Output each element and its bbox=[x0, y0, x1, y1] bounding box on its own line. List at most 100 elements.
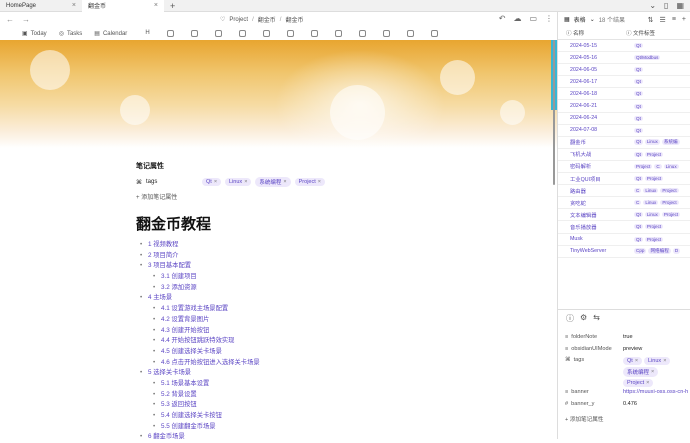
history-icon[interactable] bbox=[430, 30, 438, 37]
row-name-link[interactable]: 路由器 bbox=[558, 187, 634, 195]
row-name-link[interactable]: 文本编辑器 bbox=[558, 211, 634, 219]
view-selector[interactable]: 表格 bbox=[574, 15, 586, 24]
toc-link[interactable]: 4.4 开始按钮跳跃特效实现 bbox=[161, 336, 234, 347]
toc-item[interactable]: • 4.3 创建开始按钮 bbox=[140, 326, 260, 337]
table-row[interactable]: 工业QUI项目 Qt Project bbox=[558, 173, 690, 186]
column-header-tags[interactable]: ⓘ 文件标签 bbox=[626, 29, 655, 37]
row-name-link[interactable]: TinyWebServer bbox=[558, 248, 634, 254]
breadcrumb-item[interactable]: 翻金币 bbox=[285, 15, 303, 24]
toc-link[interactable]: 1 视频教程 bbox=[148, 240, 178, 251]
table-row[interactable]: 2024-06-17 Qt bbox=[558, 76, 690, 89]
tag-pill[interactable]: Linux × bbox=[644, 357, 671, 365]
toc-link[interactable]: 2 项目简介 bbox=[148, 251, 178, 262]
checkbox-icon[interactable] bbox=[238, 30, 246, 37]
image-icon[interactable] bbox=[358, 30, 366, 37]
tab-fanjinbi[interactable]: 翻金币 × bbox=[82, 0, 164, 12]
toc-item[interactable]: • 4.2 设置背景图片 bbox=[140, 315, 260, 326]
table-row[interactable]: 翻金币 Qt Linux 系统编 bbox=[558, 137, 690, 149]
table-row[interactable]: 2024-06-21 Qt bbox=[558, 100, 690, 113]
remove-icon[interactable]: × bbox=[244, 179, 247, 185]
add-property-button[interactable]: + 添加笔记属性 bbox=[136, 192, 516, 201]
remove-icon[interactable]: × bbox=[646, 380, 649, 386]
toc-item[interactable]: • 4.5 创建选择关卡场景 bbox=[140, 347, 260, 358]
toc-item[interactable]: • 1 视频教程 bbox=[140, 240, 260, 251]
bullet-list-icon[interactable] bbox=[214, 30, 222, 37]
column-header-name[interactable]: ⓘ 名称 bbox=[558, 29, 626, 37]
tag-chip[interactable]: Qt bbox=[634, 43, 643, 49]
toc-item[interactable]: • 3.2 添加资源 bbox=[140, 283, 260, 294]
tab-homepage[interactable]: HomePage × bbox=[0, 0, 82, 12]
row-name-link[interactable]: 2024-06-17 bbox=[558, 79, 634, 85]
toc-link[interactable]: 4.5 创建选择关卡场景 bbox=[161, 347, 222, 358]
tag-pill[interactable]: Project × bbox=[294, 178, 325, 186]
forward-icon[interactable]: → bbox=[22, 15, 30, 24]
tag-chip[interactable]: Qt/Modbus bbox=[634, 55, 661, 61]
grid-icon[interactable]: ▦ bbox=[676, 1, 684, 10]
add-frontmatter-button[interactable]: + 添加笔记属性 bbox=[565, 415, 603, 423]
tag-chip[interactable]: Project bbox=[644, 224, 664, 230]
clock-icon[interactable] bbox=[166, 30, 174, 37]
today-button[interactable]: ▣ Today bbox=[22, 30, 47, 38]
remove-icon[interactable]: × bbox=[283, 179, 286, 185]
toc-link[interactable]: 4.1 设置游戏主场景配置 bbox=[161, 304, 228, 315]
toc-link[interactable]: 5 选择关卡场景 bbox=[148, 368, 191, 379]
properties-icon[interactable]: ≡ bbox=[672, 16, 676, 24]
toc-link[interactable]: 5.5 创建翻金币场景 bbox=[161, 422, 216, 433]
toc-item[interactable]: • 5.4 创建选择关卡按钮 bbox=[140, 411, 260, 422]
tag-chip[interactable]: D bbox=[672, 248, 681, 255]
fm-value[interactable]: https://muuxi-oss.oss-cn-h bbox=[623, 389, 690, 395]
breadcrumb-item[interactable]: 翻金币 bbox=[258, 15, 276, 24]
table-row[interactable]: 2024-06-24 Qt bbox=[558, 113, 690, 125]
info-icon[interactable]: ⓘ bbox=[566, 313, 574, 324]
row-name-link[interactable]: 2024-07-08 bbox=[558, 127, 634, 133]
toc-item[interactable]: • 3 项目基本配置 bbox=[140, 261, 260, 272]
row-name-link[interactable]: 工业QUI项目 bbox=[558, 175, 634, 183]
table-row[interactable]: 2024-05-15 Qt bbox=[558, 40, 690, 53]
filter-icon[interactable]: ☰ bbox=[660, 16, 666, 24]
tag-pill[interactable]: 系统编程 × bbox=[255, 177, 291, 187]
tag-chip[interactable]: C bbox=[634, 200, 642, 206]
tag-chip[interactable]: Linux bbox=[644, 139, 660, 146]
tag-chip[interactable]: Linux bbox=[643, 200, 659, 206]
toc-item[interactable]: • 4.4 开始按钮跳跃特效实现 bbox=[140, 336, 260, 347]
row-name-link[interactable]: 翻金币 bbox=[558, 138, 634, 146]
toc-link[interactable]: 4 主场景 bbox=[148, 293, 172, 304]
table-row[interactable]: 路由器 C Linux Project bbox=[558, 185, 690, 198]
tag-chip[interactable]: Linux bbox=[663, 163, 679, 169]
quote-icon[interactable] bbox=[310, 30, 318, 37]
more-options-icon[interactable]: ⋮ bbox=[545, 14, 553, 23]
heading-icon[interactable]: H bbox=[145, 30, 149, 37]
toc-item[interactable]: • 5.1 场景基本设置 bbox=[140, 379, 260, 390]
toc-link[interactable]: 3.1 创建项目 bbox=[161, 272, 197, 283]
toc-link[interactable]: 5.4 创建选择关卡按钮 bbox=[161, 411, 222, 422]
table-row[interactable]: 2024-06-18 Qt bbox=[558, 88, 690, 101]
remove-icon[interactable]: × bbox=[651, 369, 654, 375]
sidebar-toggle-icon[interactable]: ▯ bbox=[664, 1, 668, 10]
toc-link[interactable]: 5.2 背景设置 bbox=[161, 390, 197, 401]
tag-pill[interactable]: Linux × bbox=[225, 178, 252, 186]
tag-chip[interactable]: Project bbox=[660, 200, 679, 206]
remove-icon[interactable]: × bbox=[635, 358, 638, 364]
table-row[interactable]: Musk Qt Project bbox=[558, 234, 690, 246]
scrollbar[interactable] bbox=[553, 40, 555, 185]
toc-item[interactable]: • 4.1 设置游戏主场景配置 bbox=[140, 304, 260, 315]
toc-link[interactable]: 4.2 设置背景图片 bbox=[161, 315, 209, 326]
tag-chip[interactable]: Qt bbox=[634, 151, 643, 157]
tag-chip[interactable]: Qt bbox=[634, 79, 643, 85]
toc-item[interactable]: • 5.3 返回按钮 bbox=[140, 400, 260, 411]
table-row[interactable]: TinyWebServer Cpp 网络编程 D bbox=[558, 246, 690, 258]
tag-chip[interactable]: Qt bbox=[634, 115, 643, 121]
template-icon[interactable] bbox=[406, 30, 414, 37]
tag-chip[interactable]: Project bbox=[634, 163, 653, 169]
calendar-button[interactable]: ▤ Calendar bbox=[94, 30, 127, 38]
fm-value[interactable]: preview bbox=[623, 346, 690, 352]
row-name-link[interactable]: 2024-06-05 bbox=[558, 67, 634, 73]
remove-icon[interactable]: × bbox=[663, 358, 666, 364]
tag-pill[interactable]: 系统编程 × bbox=[623, 367, 659, 377]
tasks-button[interactable]: ◎ Tasks bbox=[59, 30, 83, 38]
tag-chip[interactable]: Project bbox=[661, 212, 681, 218]
tag-chip[interactable]: Linux bbox=[644, 212, 660, 218]
indent-icon[interactable] bbox=[262, 30, 270, 37]
toc-item[interactable]: • 4.6 点击开始按钮进入选择关卡场景 bbox=[140, 358, 260, 369]
cloud-icon[interactable]: ☁ bbox=[513, 14, 521, 23]
